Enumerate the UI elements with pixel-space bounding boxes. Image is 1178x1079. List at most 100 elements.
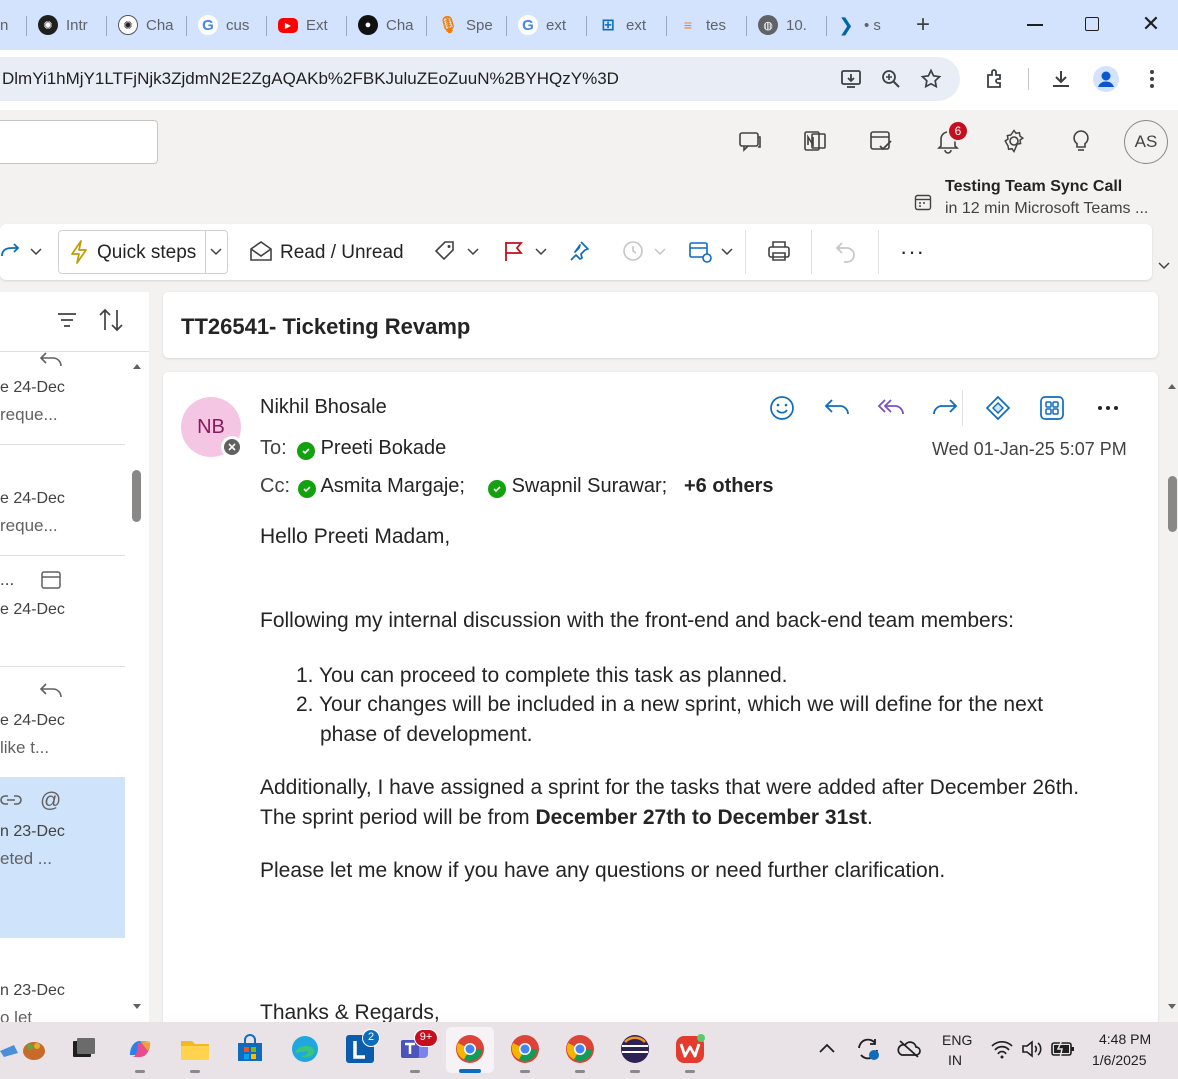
list-item[interactable]: e 24-Dec like t... <box>0 667 125 778</box>
browser-tab-active[interactable]: ❯ • s <box>836 12 896 38</box>
clock-time[interactable]: 4:48 PM <box>1099 1031 1151 1047</box>
forward-arrow-icon[interactable] <box>0 240 24 264</box>
sort-icon[interactable] <box>97 306 125 334</box>
reply-all-icon[interactable] <box>876 396 908 420</box>
loop-icon[interactable] <box>984 394 1012 422</box>
message-list-scrollbar[interactable] <box>132 470 141 522</box>
browser-tab[interactable]: ◍ 10. <box>758 12 818 38</box>
settings-gear-icon[interactable] <box>1001 128 1027 154</box>
browser-tab[interactable]: ≡ tes <box>678 12 738 38</box>
reply-icon[interactable] <box>822 396 852 420</box>
tag-icon[interactable] <box>433 239 457 263</box>
browser-tab[interactable]: G ext <box>518 12 578 38</box>
browser-tab[interactable]: n <box>0 12 18 38</box>
volume-icon[interactable] <box>1020 1039 1044 1059</box>
browser-tab[interactable]: ● Cha <box>358 12 418 38</box>
list-item-selected[interactable]: @ n 23-Dec eted ... <box>0 778 125 938</box>
todo-icon[interactable] <box>868 128 894 154</box>
emoji-reaction-icon[interactable] <box>768 394 796 422</box>
language-indicator[interactable]: ENG <box>942 1032 972 1048</box>
downloads-icon[interactable] <box>1049 67 1073 91</box>
to-recipient[interactable]: Preeti Bokade <box>297 437 446 460</box>
browser-tab[interactable]: 🎙 Spe <box>438 12 498 38</box>
scroll-up-arrow-icon[interactable] <box>132 362 142 370</box>
list-item[interactable]: e 24-Dec reque... <box>0 352 125 445</box>
sync-icon[interactable] <box>855 1036 881 1062</box>
pin-icon[interactable] <box>567 239 591 263</box>
chrome-icon[interactable] <box>564 1033 596 1065</box>
browser-tab[interactable]: ▶ Ext <box>278 12 338 38</box>
chevron-down-icon[interactable] <box>720 244 734 258</box>
ribbon-expand-chevron-icon[interactable] <box>1157 258 1171 272</box>
profile-icon[interactable] <box>1093 66 1119 92</box>
clock-date[interactable]: 1/6/2025 <box>1092 1052 1147 1068</box>
chevron-down-icon[interactable] <box>466 244 480 258</box>
browser-tab[interactable]: G cus <box>198 12 258 38</box>
chevron-down-icon[interactable] <box>534 244 548 258</box>
close-window-icon[interactable]: ✕ <box>1140 12 1162 36</box>
copilot-icon[interactable] <box>124 1033 156 1065</box>
cc-recipient[interactable]: Swapnil Surawar; <box>488 475 667 498</box>
apps-grid-icon[interactable] <box>1038 394 1066 422</box>
extensions-icon[interactable] <box>983 67 1007 91</box>
teams-chat-icon[interactable] <box>737 128 763 154</box>
list-item[interactable]: n 23-Dec o let <box>0 938 125 1022</box>
wifi-icon[interactable] <box>990 1039 1014 1059</box>
page-scroll-down-icon[interactable] <box>1167 1003 1177 1011</box>
onedrive-offline-icon[interactable] <box>896 1037 922 1061</box>
tab-label: 10. <box>786 16 807 34</box>
browser-tab[interactable]: ✺ Intr <box>38 12 98 38</box>
presence-available-icon <box>488 480 506 498</box>
tips-lightbulb-icon[interactable] <box>1068 128 1094 154</box>
restore-icon[interactable] <box>1085 17 1099 31</box>
rules-icon[interactable] <box>688 239 714 265</box>
quick-steps-label: Quick steps <box>97 242 197 263</box>
region-indicator[interactable]: IN <box>948 1052 962 1068</box>
cc-recipient[interactable]: Asmita Margaje; <box>298 475 465 498</box>
account-avatar[interactable]: AS <box>1124 120 1168 164</box>
minimize-icon[interactable] <box>1027 24 1043 26</box>
more-options-button[interactable]: ··· <box>900 239 925 265</box>
chrome-icon[interactable] <box>509 1033 541 1065</box>
page-scroll-up-icon[interactable] <box>1167 382 1177 390</box>
edge-browser-icon[interactable] <box>289 1033 321 1065</box>
reminder-title[interactable]: Testing Team Sync Call <box>945 178 1122 196</box>
bookmark-star-icon[interactable] <box>920 68 942 90</box>
browser-tab[interactable]: ✺ Cha <box>118 12 178 38</box>
tab-label: Intr <box>66 16 88 34</box>
chevron-down-icon[interactable] <box>29 244 43 258</box>
task-view-icon[interactable] <box>68 1033 100 1065</box>
filter-icon[interactable] <box>55 308 79 332</box>
page-scrollbar[interactable] <box>1168 476 1177 532</box>
cc-more-others[interactable]: +6 others <box>684 475 773 498</box>
show-hidden-icons-chevron-icon[interactable] <box>818 1041 836 1055</box>
wps-office-icon[interactable] <box>674 1033 706 1065</box>
forward-icon[interactable] <box>930 396 960 420</box>
microsoft-store-icon[interactable] <box>234 1033 266 1065</box>
more-actions-icon[interactable] <box>1096 400 1120 416</box>
eclipse-icon[interactable] <box>619 1033 651 1065</box>
battery-charging-icon[interactable] <box>1050 1039 1076 1059</box>
print-icon[interactable] <box>766 239 792 263</box>
list-item-1: 1. You can proceed to complete this task… <box>296 664 788 687</box>
sender-name[interactable]: Nikhil Bhosale <box>260 396 387 419</box>
zoom-icon[interactable] <box>880 68 902 90</box>
chrome-icon[interactable] <box>454 1033 486 1065</box>
new-tab-button[interactable]: + <box>910 12 936 38</box>
widgets-icon[interactable] <box>0 1033 46 1065</box>
browser-tab[interactable]: ⊞ ext <box>598 12 658 38</box>
flag-icon[interactable] <box>502 239 526 263</box>
list-item[interactable]: ... e 24-Dec <box>0 556 125 667</box>
read-unread-button[interactable]: Read / Unread <box>280 242 404 264</box>
search-input[interactable] <box>0 120 158 164</box>
install-app-icon[interactable] <box>840 68 862 90</box>
app-badge: 2 <box>362 1029 380 1047</box>
url-text[interactable]: DlmYi1hMjY1LTFjNjk3ZjdmN2E2ZgAQAKb%2FBKJ… <box>2 69 619 89</box>
reminder-subtitle[interactable]: in 12 min Microsoft Teams ... <box>945 200 1148 218</box>
onenote-icon[interactable] <box>802 128 828 154</box>
file-explorer-icon[interactable] <box>179 1033 211 1065</box>
browser-menu-icon[interactable] <box>1142 66 1162 92</box>
scroll-down-arrow-icon[interactable] <box>132 1003 142 1011</box>
list-item[interactable]: e 24-Dec reque... <box>0 445 125 556</box>
chevron-down-icon[interactable] <box>209 244 223 258</box>
